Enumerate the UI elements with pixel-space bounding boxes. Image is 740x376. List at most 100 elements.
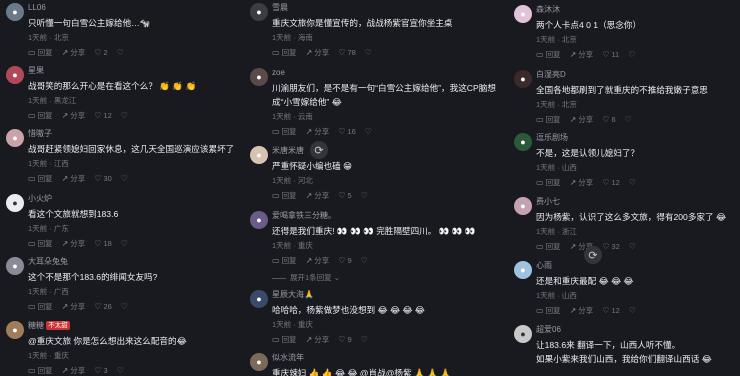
avatar[interactable]: ● bbox=[6, 66, 24, 84]
reply-button[interactable]: ▭ 回复 bbox=[28, 366, 53, 376]
like-button[interactable]: ♡ 9 bbox=[338, 335, 351, 345]
like-button[interactable]: ♡ 12 bbox=[602, 306, 620, 316]
share-button[interactable]: ↗ 分享 bbox=[306, 127, 330, 137]
like-button[interactable]: ♡ 6 bbox=[602, 115, 615, 125]
share-button[interactable]: ↗ 分享 bbox=[62, 302, 86, 312]
reply-button[interactable]: ▭ 回复 bbox=[536, 50, 561, 60]
like-button[interactable]: ♡ 11 bbox=[602, 50, 619, 60]
expand-replies-button[interactable]: 展开1条回复 ⌄ bbox=[272, 272, 340, 283]
reply-button[interactable]: ▭ 回复 bbox=[272, 335, 297, 345]
dislike-icon[interactable]: ♡ bbox=[629, 178, 636, 188]
comment-username[interactable]: 逗乐剧场 bbox=[536, 133, 738, 143]
avatar[interactable]: ● bbox=[6, 257, 24, 275]
like-button[interactable]: ♡ 12 bbox=[602, 178, 620, 188]
reply-button[interactable]: ▭ 回复 bbox=[536, 242, 561, 252]
dislike-icon[interactable]: ♡ bbox=[121, 111, 128, 121]
reply-button[interactable]: ▭ 回复 bbox=[536, 115, 561, 125]
like-button[interactable]: ♡ 3 bbox=[94, 366, 107, 376]
like-button[interactable]: ♡ 12 bbox=[94, 111, 112, 121]
share-button[interactable]: ↗ 分享 bbox=[306, 335, 330, 345]
dislike-icon[interactable]: ♡ bbox=[625, 115, 632, 125]
comment-username[interactable]: 大耳朵兔兔 bbox=[28, 257, 232, 267]
share-button[interactable]: ↗ 分享 bbox=[62, 239, 86, 249]
comment-username[interactable]: LL06 bbox=[28, 3, 232, 13]
comment-username[interactable]: 星辰大海🙏 bbox=[272, 290, 498, 300]
like-button[interactable]: ♡ 18 bbox=[94, 239, 112, 249]
dislike-icon[interactable]: ♡ bbox=[629, 242, 636, 252]
comment-username[interactable]: 似水流年 bbox=[272, 353, 498, 363]
reply-button[interactable]: ▭ 回复 bbox=[272, 256, 297, 266]
reply-button[interactable]: ▭ 回复 bbox=[28, 111, 53, 121]
dislike-icon[interactable]: ♡ bbox=[121, 174, 128, 184]
avatar[interactable]: ● bbox=[6, 194, 24, 212]
comment-username[interactable]: 米唐米唐 bbox=[272, 146, 498, 156]
like-button[interactable]: ♡ 9 bbox=[338, 256, 351, 266]
share-button[interactable]: ↗ 分享 bbox=[306, 48, 330, 58]
share-button[interactable]: ↗ 分享 bbox=[570, 115, 594, 125]
dislike-icon[interactable]: ♡ bbox=[117, 366, 124, 376]
reply-button[interactable]: ▭ 回复 bbox=[28, 302, 53, 312]
comment-username[interactable]: 费小七 bbox=[536, 197, 738, 207]
reply-button[interactable]: ▭ 回复 bbox=[272, 48, 297, 58]
avatar[interactable]: ● bbox=[250, 353, 268, 371]
share-button[interactable]: ↗ 分享 bbox=[570, 50, 594, 60]
dislike-icon[interactable]: ♡ bbox=[629, 306, 636, 316]
comment-username[interactable]: 森沐沐 bbox=[536, 5, 738, 15]
avatar[interactable]: ● bbox=[250, 68, 268, 86]
dislike-icon[interactable]: ♡ bbox=[365, 48, 372, 58]
avatar[interactable]: ● bbox=[6, 3, 24, 21]
avatar[interactable]: ● bbox=[250, 3, 268, 21]
reply-button[interactable]: ▭ 回复 bbox=[28, 48, 53, 58]
reply-button[interactable]: ▭ 回复 bbox=[536, 306, 561, 316]
reply-button[interactable]: ▭ 回复 bbox=[536, 178, 561, 188]
avatar[interactable]: ● bbox=[514, 325, 532, 343]
avatar[interactable]: ● bbox=[514, 197, 532, 215]
comment-username[interactable]: 超爱06 bbox=[536, 325, 738, 335]
share-button[interactable]: ↗ 分享 bbox=[62, 111, 86, 121]
avatar[interactable]: ● bbox=[250, 211, 268, 229]
dislike-icon[interactable]: ♡ bbox=[628, 50, 635, 60]
comment-username[interactable]: 惜嗷子 bbox=[28, 129, 232, 139]
dislike-icon[interactable]: ♡ bbox=[361, 256, 368, 266]
avatar[interactable]: ● bbox=[514, 70, 532, 88]
avatar[interactable]: ● bbox=[514, 261, 532, 279]
share-button[interactable]: ↗ 分享 bbox=[306, 256, 330, 266]
avatar[interactable]: ● bbox=[6, 129, 24, 147]
avatar[interactable]: ● bbox=[6, 321, 24, 339]
avatar[interactable]: ● bbox=[250, 290, 268, 308]
dislike-icon[interactable]: ♡ bbox=[365, 127, 372, 137]
comment-username[interactable]: 星果 bbox=[28, 66, 232, 76]
dislike-icon[interactable]: ♡ bbox=[121, 239, 128, 249]
dislike-icon[interactable]: ♡ bbox=[117, 48, 124, 58]
avatar[interactable]: ● bbox=[250, 146, 268, 164]
share-button[interactable]: ↗ 分享 bbox=[62, 366, 86, 376]
share-button[interactable]: ↗ 分享 bbox=[570, 178, 594, 188]
share-button[interactable]: ↗ 分享 bbox=[570, 306, 594, 316]
dislike-icon[interactable]: ♡ bbox=[361, 191, 368, 201]
like-button[interactable]: ♡ 78 bbox=[338, 48, 356, 58]
avatar[interactable]: ● bbox=[514, 133, 532, 151]
comment-username[interactable]: 白湿亮D bbox=[536, 70, 738, 80]
reply-button[interactable]: ▭ 回复 bbox=[272, 191, 297, 201]
share-button[interactable]: ↗ 分享 bbox=[62, 174, 86, 184]
like-button[interactable]: ♡ 16 bbox=[338, 127, 356, 137]
comment-username[interactable]: 糖糖 不太甜 bbox=[28, 321, 232, 331]
reply-button[interactable]: ▭ 回复 bbox=[28, 239, 53, 249]
comment-username[interactable]: 小火炉 bbox=[28, 194, 232, 204]
avatar[interactable]: ● bbox=[514, 5, 532, 23]
dislike-icon[interactable]: ♡ bbox=[121, 302, 128, 312]
like-button[interactable]: ♡ 26 bbox=[94, 302, 112, 312]
like-button[interactable]: ♡ 32 bbox=[602, 242, 620, 252]
like-button[interactable]: ♡ 2 bbox=[94, 48, 107, 58]
like-button[interactable]: ♡ 30 bbox=[94, 174, 112, 184]
comment-username[interactable]: 爱喝拿铁三分糖。 bbox=[272, 211, 498, 221]
comment-username[interactable]: 心雨 bbox=[536, 261, 738, 271]
dislike-icon[interactable]: ♡ bbox=[361, 335, 368, 345]
comment-username[interactable]: 雪晨 bbox=[272, 3, 498, 13]
comment-username[interactable]: zoe bbox=[272, 68, 498, 78]
like-button[interactable]: ♡ 5 bbox=[338, 191, 351, 201]
share-button[interactable]: ↗ 分享 bbox=[306, 191, 330, 201]
share-button[interactable]: ↗ 分享 bbox=[62, 48, 86, 58]
reply-button[interactable]: ▭ 回复 bbox=[272, 127, 297, 137]
reply-button[interactable]: ▭ 回复 bbox=[28, 174, 53, 184]
